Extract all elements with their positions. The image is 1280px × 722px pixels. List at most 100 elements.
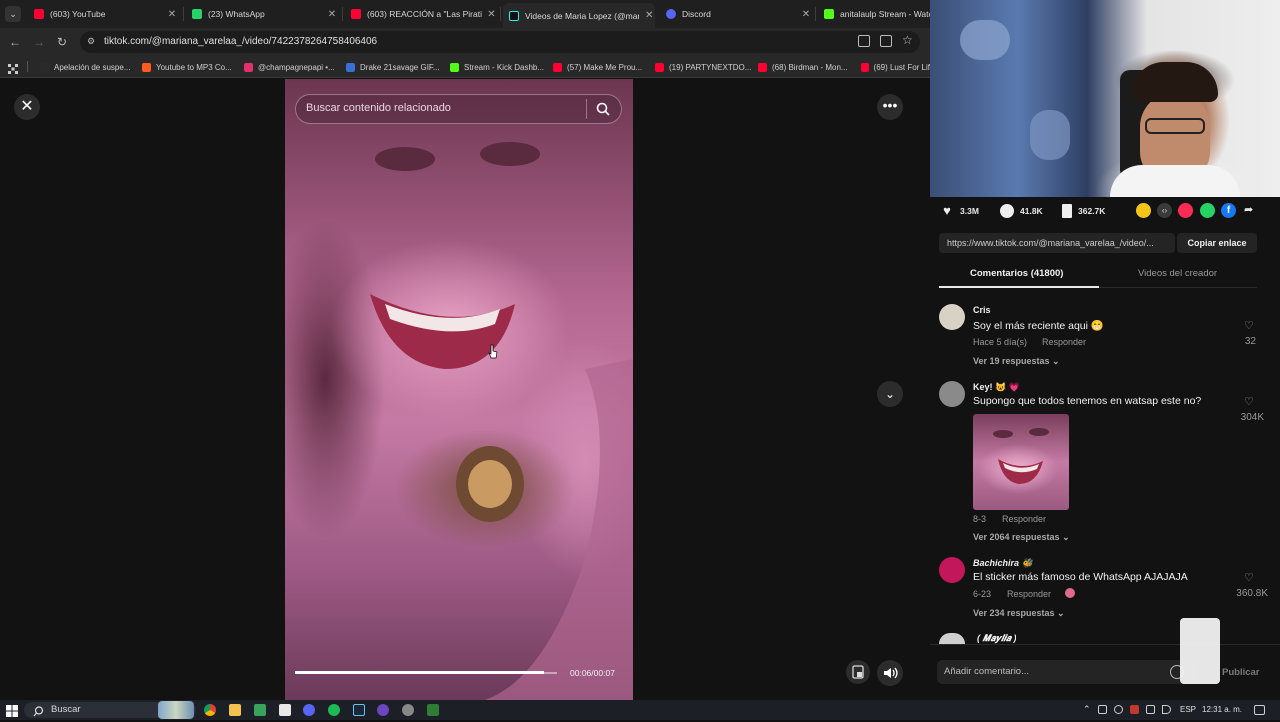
tab-creator-videos[interactable]: Videos del creador: [1138, 268, 1217, 279]
bookmark-item[interactable]: @champagnepapi •...: [244, 60, 335, 74]
app-icon[interactable]: [427, 704, 439, 716]
bookmark-item[interactable]: Youtube to MP3 Co...: [142, 60, 232, 74]
comment-like-icon[interactable]: ♡: [1244, 319, 1254, 332]
browser-tab[interactable]: (603) REACCIÓN a "Las Piratia" ✕: [345, 3, 497, 25]
forward-icon[interactable]: →: [31, 34, 47, 50]
avatar[interactable]: [939, 304, 965, 330]
bookmark-item[interactable]: Drake 21savage GIF...: [346, 60, 440, 74]
video-link-text[interactable]: https://www.tiktok.com/@mariana_varelaa_…: [947, 238, 1154, 248]
coin-icon[interactable]: [1136, 203, 1151, 218]
browser-tab-active[interactable]: Videos de Maria Lopez (@mari ✕: [503, 3, 655, 28]
translate-icon[interactable]: [858, 35, 870, 47]
view-replies-button[interactable]: Ver 19 respuestas ⌄: [973, 356, 1060, 367]
reply-button[interactable]: Responder: [1042, 337, 1086, 347]
tray-chevron-icon[interactable]: ⌃: [1083, 704, 1091, 715]
bookmark-item[interactable]: Apelación de suspe...: [40, 60, 131, 74]
spotify-icon[interactable]: [328, 704, 340, 716]
avatar[interactable]: [939, 381, 965, 407]
comment-text: El sticker más famoso de WhatsApp AJAJAJ…: [973, 571, 1188, 583]
app-icon[interactable]: [254, 704, 266, 716]
comment-sticker-image[interactable]: [973, 414, 1069, 510]
floating-sticker: [1180, 618, 1220, 684]
progress-fill: [295, 671, 544, 674]
whatsapp-icon[interactable]: [1200, 203, 1215, 218]
comment-username[interactable]: Cris: [973, 305, 991, 315]
notifications-icon[interactable]: [1254, 705, 1265, 715]
reply-button[interactable]: Responder: [1007, 589, 1051, 599]
save-count-button[interactable]: 362.7K: [1062, 204, 1105, 218]
close-tab-icon[interactable]: ✕: [800, 9, 812, 20]
bookmark-item[interactable]: (57) Make Me Prou...: [553, 60, 642, 74]
related-search-placeholder[interactable]: Buscar contenido relacionado: [306, 102, 451, 114]
language-indicator[interactable]: ESP: [1180, 705, 1196, 714]
bookmark-star-icon[interactable]: ☆: [902, 33, 913, 47]
like-count: 3.3M: [960, 206, 979, 216]
video-player[interactable]: [285, 79, 633, 700]
taskbar-search-label[interactable]: Buscar: [51, 704, 81, 715]
tab-separator: [342, 7, 343, 21]
reload-icon[interactable]: ↻: [54, 34, 70, 50]
facebook-icon[interactable]: f: [1221, 203, 1236, 218]
comment-username[interactable]: Key! 😺 💗: [973, 382, 1020, 393]
tray-app-icon[interactable]: [1098, 705, 1107, 714]
url-text[interactable]: tiktok.com/@mariana_varelaa_/video/74223…: [104, 36, 377, 47]
discord-icon[interactable]: [303, 704, 315, 716]
avatar[interactable]: [939, 557, 965, 583]
comment-like-icon[interactable]: ♡: [1244, 395, 1254, 408]
close-tab-icon[interactable]: ✕: [486, 9, 497, 20]
site-info-icon[interactable]: ⚙: [87, 36, 98, 47]
tray-app-icon[interactable]: [1146, 705, 1155, 714]
comment-placeholder[interactable]: Añadir comentario...: [944, 666, 1029, 677]
tray-app-icon[interactable]: [1130, 705, 1139, 714]
send-icon[interactable]: [1178, 203, 1193, 218]
apps-grid-icon[interactable]: [8, 61, 18, 74]
obs-icon[interactable]: [377, 704, 389, 716]
bookmark-item[interactable]: (68) Birdman - Mon...: [758, 60, 848, 74]
comment-username[interactable]: ( 𝑴𝒂𝒚𝒍𝒊𝒂 ): [977, 633, 1016, 644]
tab-search-button[interactable]: ⌄: [5, 6, 21, 22]
volume-icon[interactable]: [877, 660, 903, 686]
share-arrow-icon[interactable]: ➦: [1244, 203, 1253, 216]
reply-button[interactable]: Responder: [1002, 514, 1046, 524]
embed-icon[interactable]: ‹›: [1157, 203, 1172, 218]
bookmark-item[interactable]: (19) PARTYNEXTDO...: [655, 60, 751, 74]
app-icon[interactable]: [402, 704, 414, 716]
comment-like-icon[interactable]: ♡: [1244, 571, 1254, 584]
video-frame: [370, 142, 633, 700]
search-icon[interactable]: [596, 102, 610, 116]
browser-tab[interactable]: (603) YouTube ✕: [28, 3, 178, 25]
post-comment-button[interactable]: Publicar: [1222, 667, 1260, 678]
file-explorer-icon[interactable]: [229, 704, 241, 716]
comment-count-button[interactable]: 41.8K: [1000, 204, 1043, 218]
close-tab-icon[interactable]: ✕: [326, 9, 338, 20]
comment-username[interactable]: Bachichira 🐝: [973, 558, 1033, 569]
like-count-button[interactable]: ♥ 3.3M: [940, 204, 979, 218]
copy-link-button[interactable]: Copiar enlace: [1177, 233, 1257, 253]
app-icon[interactable]: [279, 704, 291, 716]
tab-comments[interactable]: Comentarios (41800): [970, 268, 1063, 279]
back-icon[interactable]: ←: [7, 34, 23, 50]
windows-start-icon[interactable]: [6, 704, 18, 717]
browser-tab[interactable]: (23) WhatsApp ✕: [186, 3, 338, 25]
view-replies-button[interactable]: Ver 2064 respuestas ⌄: [973, 532, 1070, 543]
more-options-icon[interactable]: •••: [877, 94, 903, 120]
microphone-icon[interactable]: [1114, 705, 1123, 714]
chrome-icon[interactable]: [204, 704, 216, 716]
close-tab-icon[interactable]: ✕: [643, 10, 655, 21]
creator-liked-badge: [1065, 588, 1075, 598]
volume-icon[interactable]: [1162, 705, 1171, 714]
close-tab-icon[interactable]: ✕: [166, 9, 178, 20]
clock[interactable]: 12:31 a. m.: [1202, 705, 1242, 714]
bookmark-item[interactable]: Stream - Kick Dashb...: [450, 60, 544, 74]
browser-tab[interactable]: Discord ✕: [660, 3, 812, 25]
picture-in-picture-icon[interactable]: [846, 660, 870, 684]
avatar[interactable]: [939, 633, 965, 644]
view-replies-button[interactable]: Ver 234 respuestas ⌄: [973, 608, 1065, 619]
close-video-icon[interactable]: ✕: [14, 94, 40, 120]
next-video-icon[interactable]: ⌄: [877, 381, 903, 407]
steam-icon[interactable]: [353, 704, 365, 716]
browser-tab[interactable]: anitalaulp Stream - Watch: [818, 3, 930, 25]
install-app-icon[interactable]: [880, 35, 892, 47]
bookmark-item[interactable]: (69) Lust For Lif: [861, 60, 930, 74]
comment-date: Hace 5 día(s): [973, 337, 1028, 347]
